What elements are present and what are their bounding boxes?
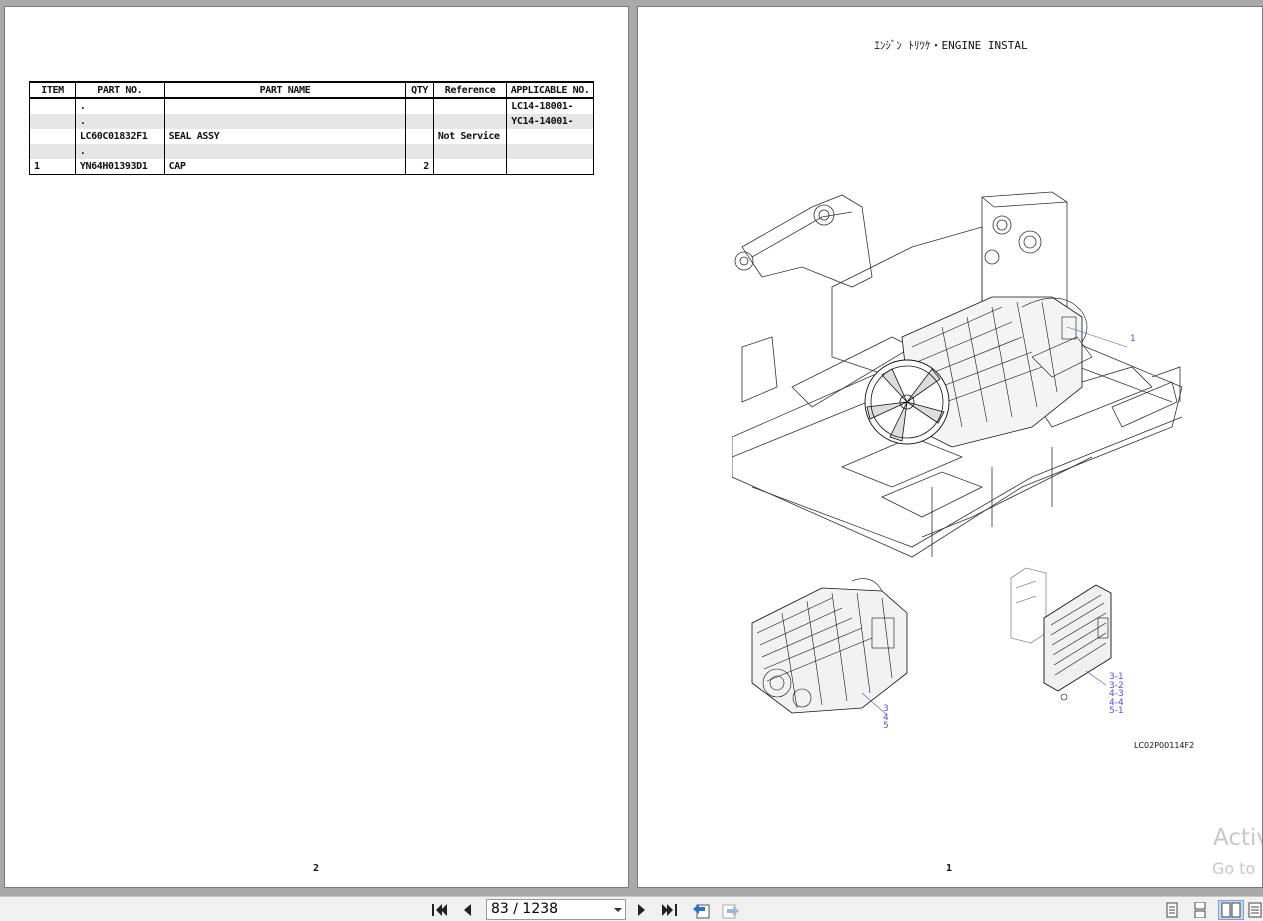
cell-item <box>29 144 76 159</box>
right-page: ｴﾝｼﾞﾝ ﾄﾘﾂｹ・ENGINE INSTAL 1 3 4 5 3-1 3-2… <box>637 6 1263 888</box>
cell-part-name: CAP <box>163 159 407 175</box>
cell-item <box>29 114 76 129</box>
parts-table: ITEM PART NO. PART NAME QTY Reference AP… <box>29 81 594 175</box>
left-page: ITEM PART NO. PART NAME QTY Reference AP… <box>4 6 629 888</box>
callout-ecu-5-1: 5-1 <box>1109 706 1124 716</box>
cell-applicable-no <box>506 159 594 175</box>
cell-item <box>29 98 76 114</box>
header-part-no: PART NO. <box>74 81 165 99</box>
continuous-page-icon <box>1194 902 1206 918</box>
activation-watermark-sub: Go to <box>1212 859 1256 878</box>
cell-part-name <box>163 98 407 114</box>
cell-applicable-no <box>506 144 594 159</box>
page-indicator: 83 / 1238 <box>491 901 559 917</box>
cell-part-no: . <box>74 114 165 129</box>
table-row: 1 YN64H01393D1 CAP 2 <box>29 159 594 175</box>
cell-qty: 2 <box>405 159 434 175</box>
cell-applicable-no: LC14-18001- <box>506 98 594 114</box>
header-reference: Reference <box>432 81 508 99</box>
cell-qty <box>405 98 434 114</box>
cell-part-name <box>163 114 407 129</box>
single-page-view-button[interactable] <box>1161 900 1183 920</box>
go-back-icon <box>693 904 710 919</box>
cell-item: 1 <box>29 159 76 175</box>
table-row: . YC14-14001- <box>29 114 594 129</box>
cell-part-name <box>163 144 407 159</box>
drawing-code: LC02P00114F2 <box>1134 741 1195 750</box>
callout-ecu: 3-1 3-2 4-3 4-4 5-1 <box>1109 673 1124 716</box>
next-page-icon <box>638 904 645 916</box>
cell-part-no: LC60C01832F1 <box>74 129 165 144</box>
table-row: . LC14-18001- <box>29 98 594 114</box>
cell-reference: Not Service <box>432 129 508 144</box>
last-page-button[interactable] <box>659 900 681 920</box>
page-number-select[interactable]: 83 / 1238 <box>486 899 626 920</box>
previous-page-icon <box>464 904 471 916</box>
engine-installation-illustration <box>732 191 1183 558</box>
activation-watermark: Activ <box>1213 825 1262 851</box>
header-item: ITEM <box>29 81 76 99</box>
last-page-icon <box>662 904 677 916</box>
engine-illustration <box>751 578 908 716</box>
table-header-row: ITEM PART NO. PART NAME QTY Reference AP… <box>29 81 594 99</box>
single-page-icon <box>1166 902 1178 918</box>
cell-applicable-no: YC14-14001- <box>506 114 594 129</box>
callout-main: 1 <box>1130 334 1136 344</box>
cell-reference <box>432 159 508 175</box>
cell-qty <box>405 129 434 144</box>
left-page-number: 2 <box>313 863 320 874</box>
chevron-down-icon <box>614 908 622 912</box>
two-page-continuous-icon <box>1248 902 1262 918</box>
go-forward-icon <box>722 904 739 919</box>
cell-applicable-no <box>506 129 594 144</box>
cell-part-no: . <box>74 144 165 159</box>
continuous-view-button[interactable] <box>1189 900 1211 920</box>
first-page-button[interactable] <box>428 900 450 920</box>
cell-reference <box>432 114 508 129</box>
previous-page-button[interactable] <box>456 900 478 920</box>
callout-engine-5: 5 <box>883 721 889 731</box>
cell-part-no: YN64H01393D1 <box>74 159 165 175</box>
header-qty: QTY <box>405 81 434 99</box>
first-page-icon <box>432 904 447 916</box>
cell-part-no: . <box>74 98 165 114</box>
cell-qty <box>405 144 434 159</box>
right-page-number: 1 <box>946 863 953 874</box>
navigation-toolbar: 83 / 1238 <box>0 896 1263 921</box>
go-forward-button[interactable] <box>720 900 742 920</box>
cell-reference <box>432 144 508 159</box>
cell-reference <box>432 98 508 114</box>
two-page-continuous-view-button[interactable] <box>1247 900 1263 920</box>
drawing-title: ｴﾝｼﾞﾝ ﾄﾘﾂｹ・ENGINE INSTAL <box>874 39 1028 52</box>
cell-part-name: SEAL ASSY <box>163 129 407 144</box>
header-part-name: PART NAME <box>163 81 407 99</box>
table-row: LC60C01832F1 SEAL ASSY Not Service <box>29 129 594 144</box>
two-page-view-button[interactable] <box>1218 900 1244 920</box>
next-page-button[interactable] <box>631 900 653 920</box>
cell-item <box>29 129 76 144</box>
cell-qty <box>405 114 434 129</box>
header-applicable-no: APPLICABLE NO. <box>506 81 594 99</box>
table-row: . <box>29 144 594 159</box>
callout-engine: 3 4 5 <box>883 705 889 731</box>
go-back-button[interactable] <box>690 900 712 920</box>
two-page-icon <box>1221 902 1241 918</box>
ecu-illustration <box>1010 567 1112 701</box>
